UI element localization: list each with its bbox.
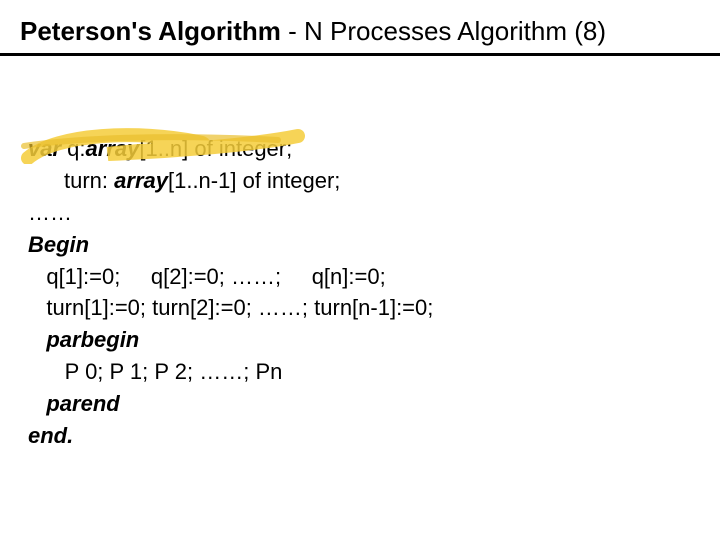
parend-line: parend — [28, 388, 700, 420]
array-keyword-1: array — [86, 136, 140, 161]
title-rest: - N Processes Algorithm (8) — [281, 16, 606, 46]
q-init-line: q[1]:=0; q[2]:=0; ……; q[n]:=0; — [28, 261, 700, 293]
title-underline — [20, 53, 700, 73]
dots-line: …… — [28, 197, 700, 229]
q-decl-pre: q: — [61, 136, 85, 161]
var-keyword: var — [28, 136, 61, 161]
slide-title: Peterson's Algorithm - N Processes Algor… — [20, 16, 700, 47]
code-block: var q:array[1..n] of integer; turn: arra… — [20, 133, 700, 452]
array-keyword-2: array — [114, 168, 168, 193]
turn-line: turn: array[1..n-1] of integer; — [28, 165, 700, 197]
slide: Peterson's Algorithm - N Processes Algor… — [0, 0, 720, 540]
underline-bar — [0, 53, 720, 56]
title-bold: Peterson's Algorithm — [20, 16, 281, 46]
begin-line: Begin — [28, 229, 700, 261]
var-line: var q:array[1..n] of integer; — [28, 133, 700, 165]
parbegin-line: parbegin — [28, 324, 700, 356]
turn-post: [1..n-1] of integer; — [168, 168, 340, 193]
procs-line: P 0; P 1; P 2; ……; Pn — [28, 356, 700, 388]
turn-pre: turn: — [64, 168, 114, 193]
end-line: end. — [28, 420, 700, 452]
q-decl-post: [1..n] of integer; — [139, 136, 292, 161]
end-keyword: end. — [28, 423, 73, 448]
parbegin-keyword: parbegin — [46, 327, 139, 352]
turn-init-line: turn[1]:=0; turn[2]:=0; ……; turn[n-1]:=0… — [28, 292, 700, 324]
begin-keyword: Begin — [28, 232, 89, 257]
parend-keyword: parend — [46, 391, 119, 416]
